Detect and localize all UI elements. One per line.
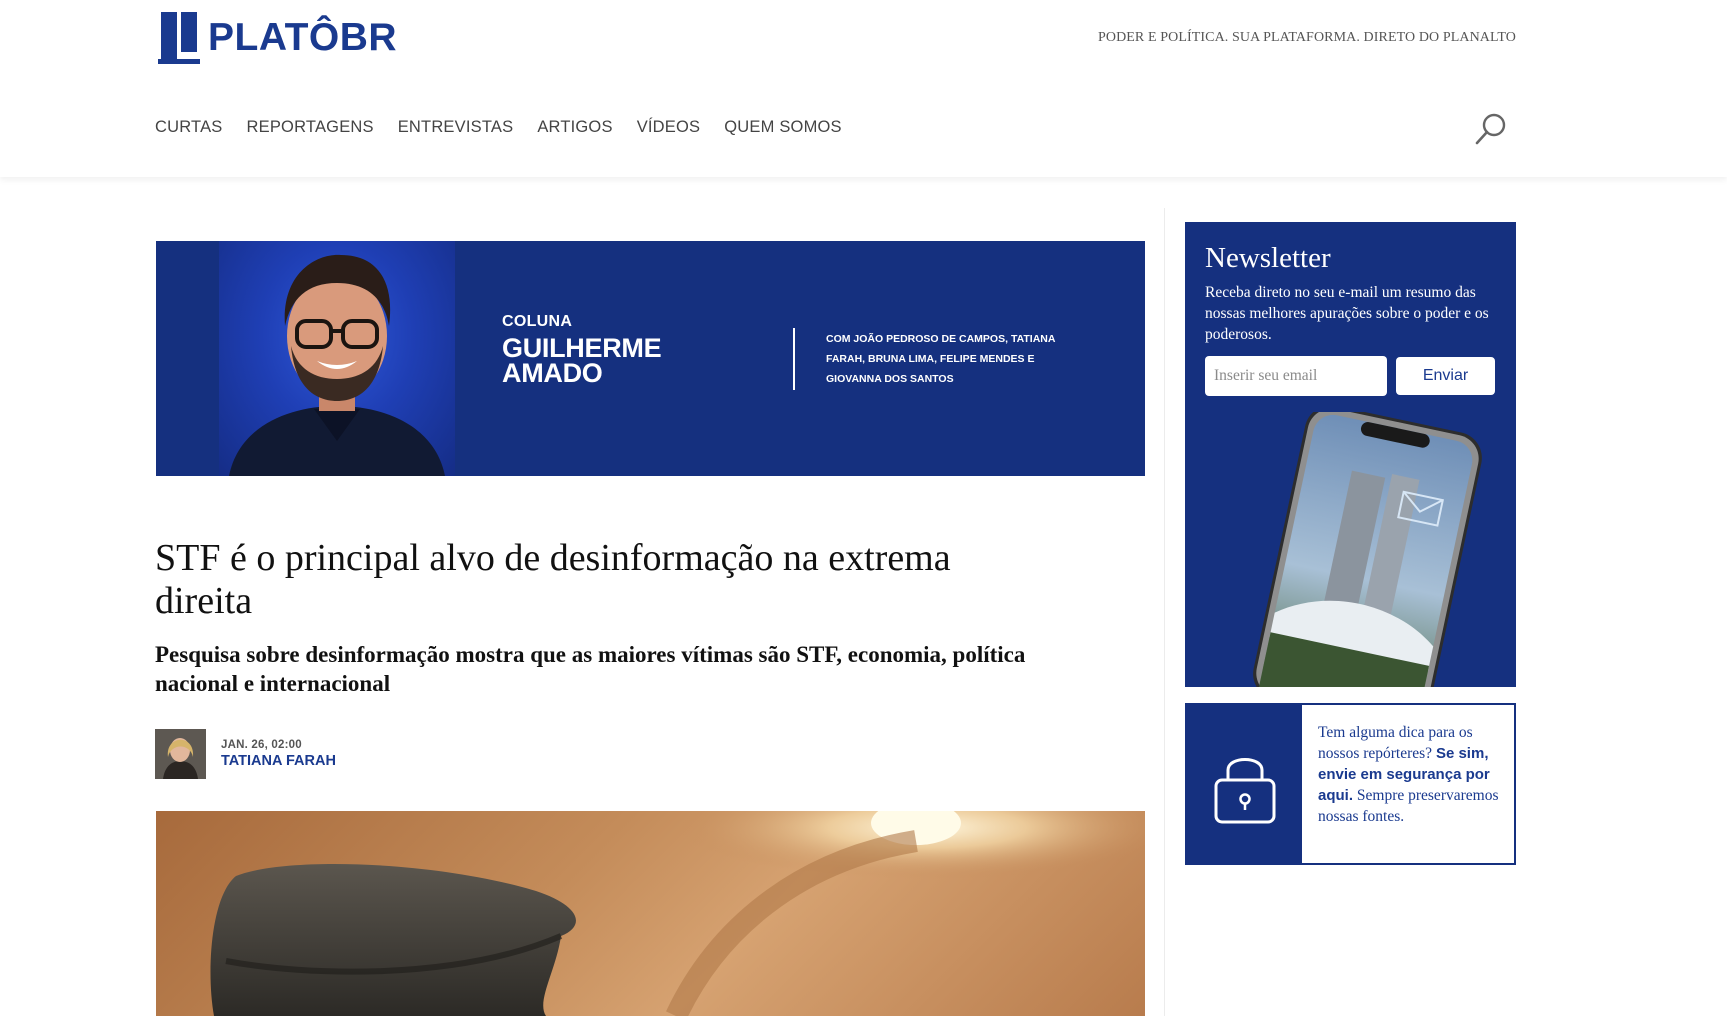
columnist-portrait-icon xyxy=(229,254,445,476)
logo-mark-icon xyxy=(158,12,200,64)
tip-icon-area xyxy=(1187,705,1302,863)
search-icon[interactable] xyxy=(1474,112,1508,146)
nav-item-videos[interactable]: VÍDEOS xyxy=(637,118,701,137)
author-portrait-icon xyxy=(155,729,206,779)
logo-text: PLATÔBR xyxy=(208,16,398,59)
banner-separator xyxy=(793,328,795,390)
newsletter-box: Newsletter Receba direto no seu e-mail u… xyxy=(1185,222,1516,687)
author-avatar[interactable] xyxy=(155,729,206,779)
nav-item-curtas[interactable]: CURTAS xyxy=(155,118,223,137)
article-byline: JAN. 26, 02:00 TATIANA FARAH xyxy=(155,729,336,779)
phone-illustration-icon xyxy=(1253,412,1482,687)
byline-text: JAN. 26, 02:00 TATIANA FARAH xyxy=(221,739,336,769)
hero-photo-icon xyxy=(156,811,1145,1016)
tip-box: Tem alguma dica para os nossos repórtere… xyxy=(1185,703,1516,865)
column-divider xyxy=(1164,208,1165,1016)
lock-icon xyxy=(1214,758,1276,824)
article-date: JAN. 26, 02:00 xyxy=(221,739,302,751)
site-tagline: PODER E POLÍTICA. SUA PLATAFORMA. DIRETO… xyxy=(1097,30,1516,45)
column-banner[interactable]: COLUNA GUILHERME AMADO COM JOÃO PEDROSO … xyxy=(156,241,1145,476)
newsletter-email-input[interactable] xyxy=(1205,356,1387,396)
nav-item-reportagens[interactable]: REPORTAGENS xyxy=(247,118,374,137)
newsletter-title: Newsletter xyxy=(1205,242,1331,274)
article-subheadline: Pesquisa sobre desinformação mostra que … xyxy=(155,642,1026,696)
main-nav: CURTAS REPORTAGENS ENTREVISTAS ARTIGOS V… xyxy=(155,118,866,137)
nav-item-quem-somos[interactable]: QUEM SOMOS xyxy=(724,118,842,137)
columnist-name: GUILHERME AMADO xyxy=(502,333,662,388)
article-author[interactable]: TATIANA FARAH xyxy=(221,753,336,769)
site-header: PLATÔBR PODER E POLÍTICA. SUA PLATAFORMA… xyxy=(0,0,1727,177)
column-credits: COM JOÃO PEDROSO DE CAMPOS, TATIANA FARA… xyxy=(826,333,1056,385)
nav-item-entrevistas[interactable]: ENTREVISTAS xyxy=(398,118,514,137)
tip-text: Tem alguma dica para os nossos repórtere… xyxy=(1318,722,1508,827)
columnist-photo xyxy=(219,241,455,476)
nav-item-artigos[interactable]: ARTIGOS xyxy=(537,118,612,137)
newsletter-description: Receba direto no seu e-mail um resumo da… xyxy=(1205,284,1489,343)
column-label: COLUNA xyxy=(502,313,573,330)
site-logo[interactable]: PLATÔBR xyxy=(158,12,397,64)
newsletter-submit-button[interactable]: Enviar xyxy=(1396,357,1495,395)
article-hero-image xyxy=(156,811,1145,1016)
article-headline: STF é o principal alvo de desinformação … xyxy=(155,537,951,622)
